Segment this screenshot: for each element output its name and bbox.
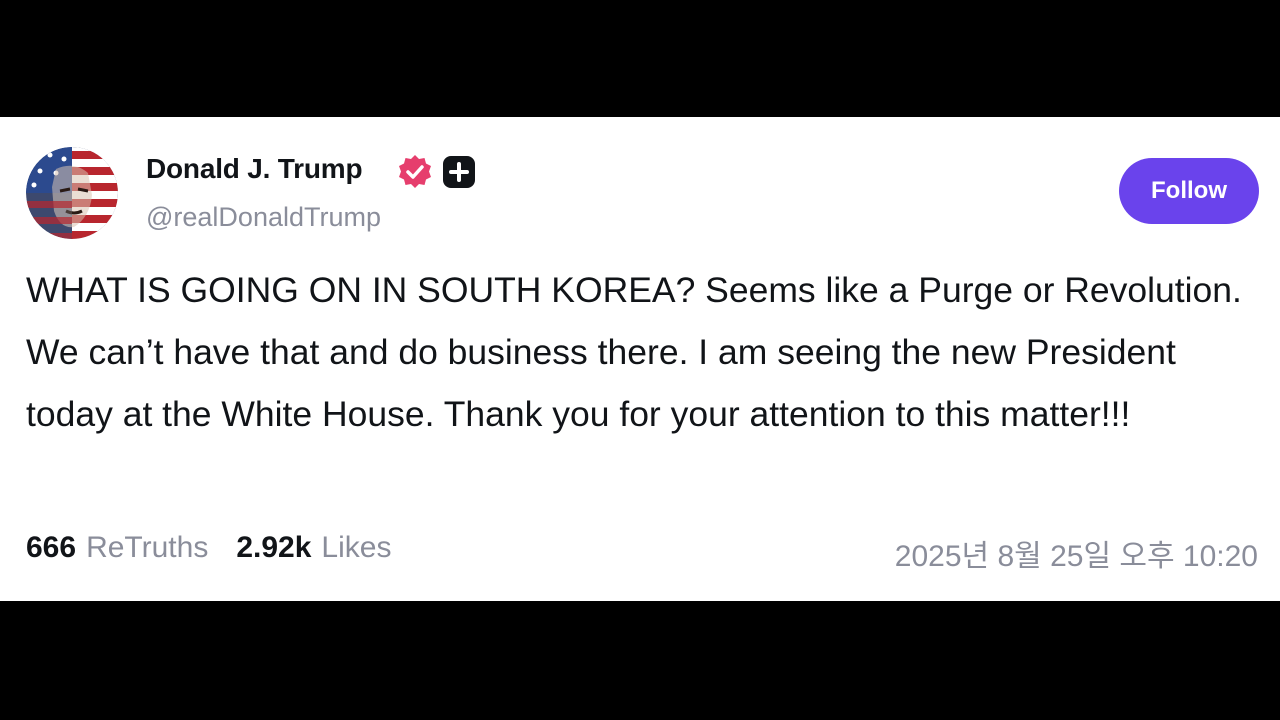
post-text: WHAT IS GOING ON IN SOUTH KOREA? Seems l… <box>26 270 1242 434</box>
likes-stat[interactable]: 2.92k Likes <box>236 531 391 565</box>
author-handle[interactable]: @realDonaldTrump <box>146 202 381 233</box>
flag-portrait-avatar <box>26 147 118 239</box>
plus-badge-icon <box>443 156 475 188</box>
likes-label: Likes <box>321 531 392 564</box>
likes-count: 2.92k <box>236 531 312 564</box>
retruths-count: 666 <box>26 531 77 564</box>
retruths-label: ReTruths <box>86 531 209 564</box>
verified-badge-icon <box>399 155 431 188</box>
post-timestamp[interactable]: 2025년 8월 25일 오후 10:20 <box>895 531 1258 575</box>
post-card: Donald J. Trump @realDonaldTrump Follow … <box>0 117 1280 601</box>
author-name[interactable]: Donald J. Trump <box>146 153 363 185</box>
follow-button[interactable]: Follow <box>1119 158 1259 224</box>
post-stats: 666 ReTruths 2.92k Likes <box>26 531 391 565</box>
retruths-stat[interactable]: 666 ReTruths <box>26 531 208 565</box>
avatar[interactable] <box>26 147 118 239</box>
letterbox-bottom <box>0 601 1280 720</box>
letterbox-top <box>0 0 1280 117</box>
